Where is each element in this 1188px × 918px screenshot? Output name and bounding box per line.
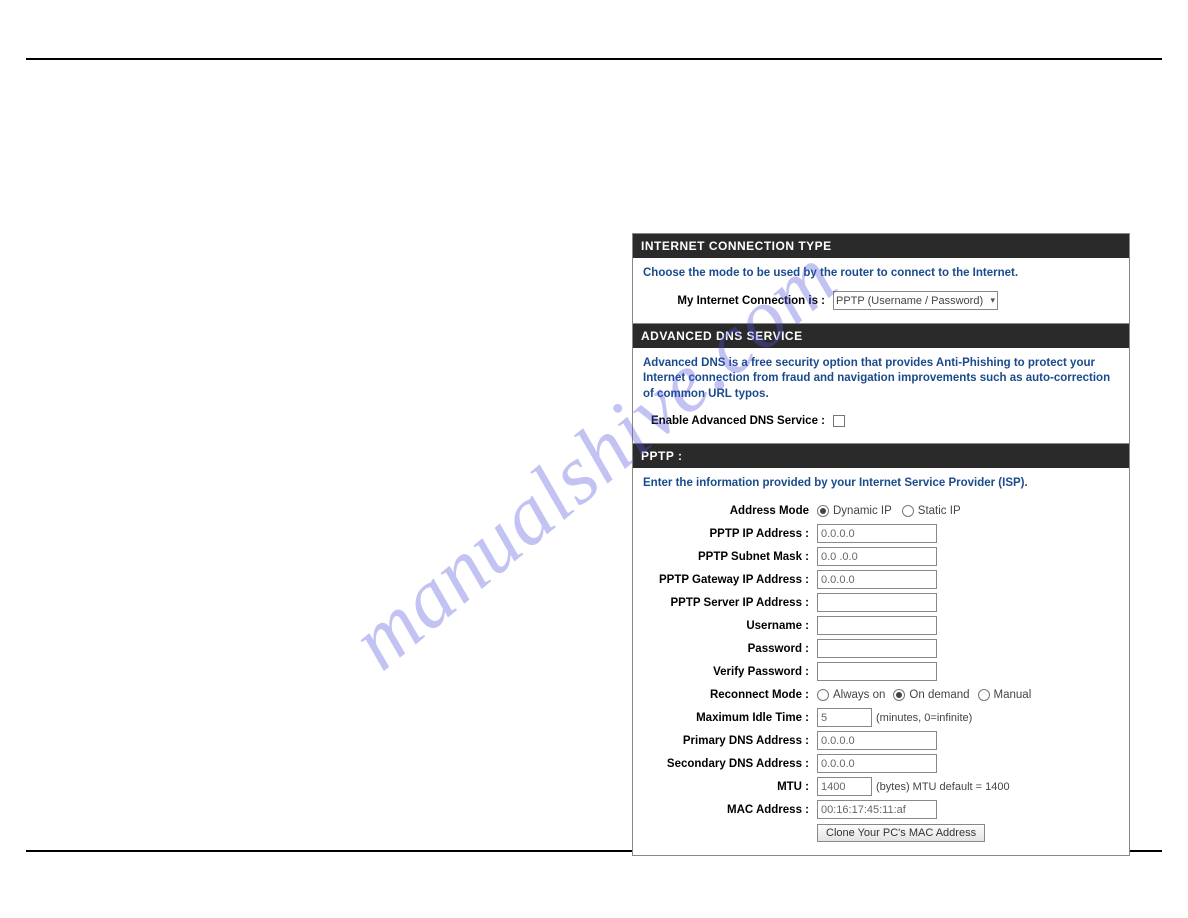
on-demand-text: On demand <box>909 689 969 701</box>
section-header: ADVANCED DNS SERVICE <box>633 324 1129 348</box>
internet-connection-type-section: INTERNET CONNECTION TYPE Choose the mode… <box>633 234 1129 324</box>
pptp-subnet-input[interactable] <box>817 547 937 566</box>
dynamic-ip-radio[interactable] <box>817 505 829 517</box>
connection-type-select[interactable]: PPTP (Username / Password) ▾ <box>833 291 998 310</box>
clone-mac-button[interactable]: Clone Your PC's MAC Address <box>817 824 985 842</box>
select-value: PPTP (Username / Password) <box>836 295 983 307</box>
address-mode-label: Address Mode <box>643 505 817 517</box>
manual-text: Manual <box>994 689 1032 701</box>
primary-dns-input[interactable] <box>817 731 937 750</box>
manual-radio[interactable] <box>978 689 990 701</box>
username-label: Username : <box>643 620 817 632</box>
section-header: PPTP : <box>633 444 1129 468</box>
mtu-hint: (bytes) MTU default = 1400 <box>876 781 1010 793</box>
chevron-down-icon: ▾ <box>990 295 995 306</box>
reconnect-mode-label: Reconnect Mode : <box>643 689 817 701</box>
username-input[interactable] <box>817 616 937 635</box>
static-ip-radio[interactable] <box>902 505 914 517</box>
advanced-dns-section: ADVANCED DNS SERVICE Advanced DNS is a f… <box>633 324 1129 445</box>
section-description: Choose the mode to be used by the router… <box>643 266 1119 282</box>
advanced-dns-checkbox[interactable] <box>833 415 845 427</box>
idle-hint: (minutes, 0=infinite) <box>876 712 972 724</box>
password-input[interactable] <box>817 639 937 658</box>
pptp-server-label: PPTP Server IP Address : <box>643 597 817 609</box>
verify-password-label: Verify Password : <box>643 666 817 678</box>
pptp-gateway-label: PPTP Gateway IP Address : <box>643 574 817 586</box>
always-on-text: Always on <box>833 689 885 701</box>
mtu-input[interactable] <box>817 777 872 796</box>
mtu-label: MTU : <box>643 781 817 793</box>
pptp-gateway-input[interactable] <box>817 570 937 589</box>
pptp-ip-input[interactable] <box>817 524 937 543</box>
advanced-dns-label: Enable Advanced DNS Service : <box>643 415 833 427</box>
router-config-panel: INTERNET CONNECTION TYPE Choose the mode… <box>632 233 1130 856</box>
connection-label: My Internet Connection is : <box>643 295 833 307</box>
max-idle-input[interactable] <box>817 708 872 727</box>
pptp-section: PPTP : Enter the information provided by… <box>633 444 1129 855</box>
pptp-ip-label: PPTP IP Address : <box>643 528 817 540</box>
always-on-radio[interactable] <box>817 689 829 701</box>
section-description: Enter the information provided by your I… <box>643 476 1119 492</box>
mac-address-label: MAC Address : <box>643 804 817 816</box>
mac-address-input[interactable] <box>817 800 937 819</box>
section-description: Advanced DNS is a free security option t… <box>643 356 1119 403</box>
on-demand-radio[interactable] <box>893 689 905 701</box>
secondary-dns-label: Secondary DNS Address : <box>643 758 817 770</box>
pptp-subnet-label: PPTP Subnet Mask : <box>643 551 817 563</box>
verify-password-input[interactable] <box>817 662 937 681</box>
pptp-server-input[interactable] <box>817 593 937 612</box>
password-label: Password : <box>643 643 817 655</box>
section-header: INTERNET CONNECTION TYPE <box>633 234 1129 258</box>
dynamic-ip-text: Dynamic IP <box>833 505 892 517</box>
primary-dns-label: Primary DNS Address : <box>643 735 817 747</box>
max-idle-label: Maximum Idle Time : <box>643 712 817 724</box>
static-ip-text: Static IP <box>918 505 961 517</box>
secondary-dns-input[interactable] <box>817 754 937 773</box>
